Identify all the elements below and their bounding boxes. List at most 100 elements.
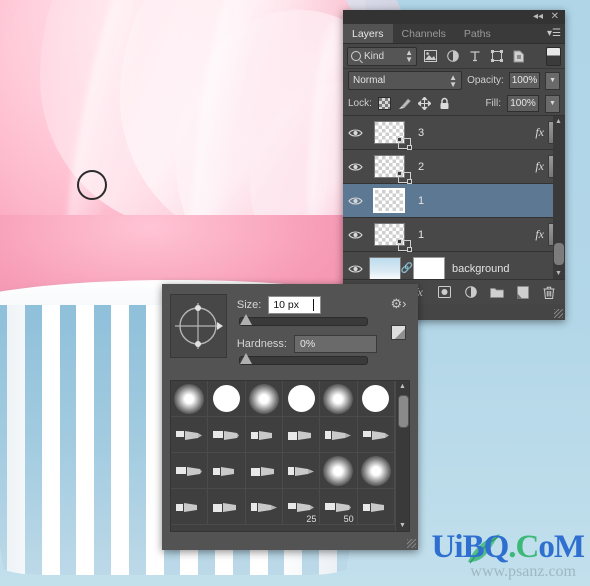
tab-layers[interactable]: Layers [343,24,393,43]
brush-preset-cell[interactable] [357,489,395,525]
layer-thumbnail[interactable] [373,155,412,184]
lock-image-pixels-icon[interactable] [398,97,412,111]
brush-preset-cell[interactable] [282,381,321,417]
lock-row[interactable]: Lock: Fill: 100% ▼ [343,92,565,116]
brush-preset-cell[interactable]: 50 [320,489,358,525]
brush-preset-cell[interactable] [208,489,246,525]
scroll-up-icon[interactable]: ▲ [555,118,562,125]
layer-thumbnail-wrap[interactable] [367,155,412,184]
panel-menu-icon[interactable]: ▾☰ [547,28,561,39]
layer-effects-fx-icon[interactable]: fx [535,125,548,140]
close-icon[interactable]: ✕ [551,11,559,23]
new-layer-icon[interactable] [515,285,530,300]
brush-preset-cell[interactable] [245,417,283,453]
brush-preset-cell[interactable]: 25 [282,489,321,525]
brush-preset-picker-panel[interactable]: Size: 10 px Hardness: 0% ⚙› 25 50 ▲ ▼ [162,284,418,550]
brush-preset-cell[interactable] [282,453,321,489]
layer-row[interactable]: 🔗 background [343,252,565,279]
lock-transparent-pixels-icon[interactable] [378,97,392,111]
layers-scrollbar[interactable]: ▲ ▼ [553,116,565,279]
adjustment-layer-filter-icon[interactable] [444,48,461,65]
brush-hardness-input[interactable]: 0% [294,335,377,353]
layer-visibility-eye-icon[interactable] [343,196,367,206]
tab-channels[interactable]: Channels [392,24,455,43]
tab-paths[interactable]: Paths [454,24,500,43]
layers-scrollbar-thumb[interactable] [554,243,564,265]
pixel-layer-filter-icon[interactable] [422,48,439,65]
scroll-up-icon[interactable]: ▲ [399,383,406,390]
shape-layer-filter-icon[interactable] [488,48,505,65]
scroll-down-icon[interactable]: ▼ [399,522,406,529]
layers-panel[interactable]: ◂◂ ✕ Layers Channels Paths ▾☰ Kind ▲ ▼ N… [343,10,565,320]
layer-thumbnail[interactable] [369,256,401,279]
brush-preset-cell[interactable] [357,381,395,417]
brush-hardness-slider[interactable] [238,353,368,365]
layer-name[interactable]: 1 [411,195,536,207]
layer-thumbnail[interactable] [373,188,405,213]
new-adjustment-layer-icon[interactable] [463,285,478,300]
layers-panel-tabs[interactable]: Layers Channels Paths ▾☰ [343,24,565,44]
add-layer-mask-icon[interactable] [437,285,452,300]
layer-effects-fx-icon[interactable]: fx [535,159,548,174]
new-brush-preset-icon[interactable] [391,325,406,340]
opacity-input[interactable]: 100% [508,72,541,89]
brush-preset-cell[interactable] [357,453,395,489]
chevron-updown-icon[interactable]: ▲ ▼ [405,49,413,64]
layer-thumbnail-wrap[interactable]: ↳ [367,188,411,213]
brush-size-slider-knob[interactable] [239,314,252,325]
brush-preset-cell[interactable] [171,489,209,525]
layer-row[interactable]: 2fx▼ [343,150,565,184]
opacity-dropdown-icon[interactable]: ▼ [545,71,560,90]
brush-hardness-slider-knob[interactable] [239,353,252,364]
smart-object-filter-icon[interactable] [510,48,527,65]
lock-position-icon[interactable] [418,97,432,111]
mask-link-icon[interactable]: 🔗 [401,263,413,274]
blend-mode-row[interactable]: Normal ▲ ▼ Opacity: 100% ▼ [343,69,565,92]
brush-preset-grid-wrapper[interactable]: 25 50 ▲ ▼ [170,380,410,532]
collapse-icon[interactable]: ◂◂ [533,11,543,23]
type-layer-filter-icon[interactable] [466,48,483,65]
brush-preset-cell[interactable] [171,453,209,489]
chevron-updown-icon[interactable]: ▲ ▼ [449,73,457,88]
layer-row[interactable]: 1fx▼ [343,218,565,252]
layer-thumbnail[interactable] [373,121,412,150]
delete-layer-icon[interactable] [541,285,556,300]
brush-preset-cell[interactable] [245,489,283,525]
brush-size-slider[interactable] [238,314,368,326]
layer-visibility-eye-icon[interactable] [343,264,367,274]
brush-grid-scrollbar-thumb[interactable] [398,395,409,428]
layer-filter-row[interactable]: Kind ▲ ▼ [343,44,565,69]
brush-preset-cell[interactable] [282,417,321,453]
brush-preset-cell[interactable] [171,381,209,417]
layer-thumbnail[interactable] [373,223,412,252]
layer-visibility-eye-icon[interactable] [343,162,367,172]
layer-name[interactable]: 1 [411,229,535,241]
blend-mode-select[interactable]: Normal ▲ ▼ [348,71,463,90]
brush-preset-cell[interactable] [245,381,283,417]
brush-preset-cell[interactable] [208,381,246,417]
layer-row[interactable]: ↳1 [343,184,565,218]
brush-tip-preview-icon[interactable] [170,294,227,358]
layer-name[interactable]: background [445,263,536,275]
layer-name[interactable]: 3 [411,127,535,139]
layers-panel-resize-grip[interactable] [554,309,563,318]
brush-panel-resize-grip[interactable] [407,539,416,548]
layer-visibility-eye-icon[interactable] [343,128,367,138]
layer-thumbnail-group[interactable]: 🔗 [367,256,445,279]
brush-preset-cell[interactable] [320,417,358,453]
layer-name[interactable]: 2 [411,161,535,173]
brush-preset-cell[interactable] [171,417,209,453]
layers-list[interactable]: 3fx▼2fx▼↳11fx▼🔗background ▲ ▼ [343,116,565,279]
brush-grid-scrollbar[interactable]: ▲ ▼ [395,381,409,531]
filter-enable-toggle[interactable] [546,46,561,66]
brush-preset-cell[interactable] [357,417,395,453]
brush-size-input[interactable]: 10 px [268,296,322,314]
layers-panel-titlebar[interactable]: ◂◂ ✕ [343,10,565,24]
brush-preset-grid[interactable]: 25 50 [171,381,395,531]
brush-preset-cell[interactable] [245,453,283,489]
scroll-down-icon[interactable]: ▼ [555,270,562,277]
layer-filter-kind-select[interactable]: Kind ▲ ▼ [347,46,417,66]
layer-visibility-eye-icon[interactable] [343,230,367,240]
brush-preset-cell[interactable] [208,417,246,453]
lock-all-icon[interactable] [438,97,452,111]
